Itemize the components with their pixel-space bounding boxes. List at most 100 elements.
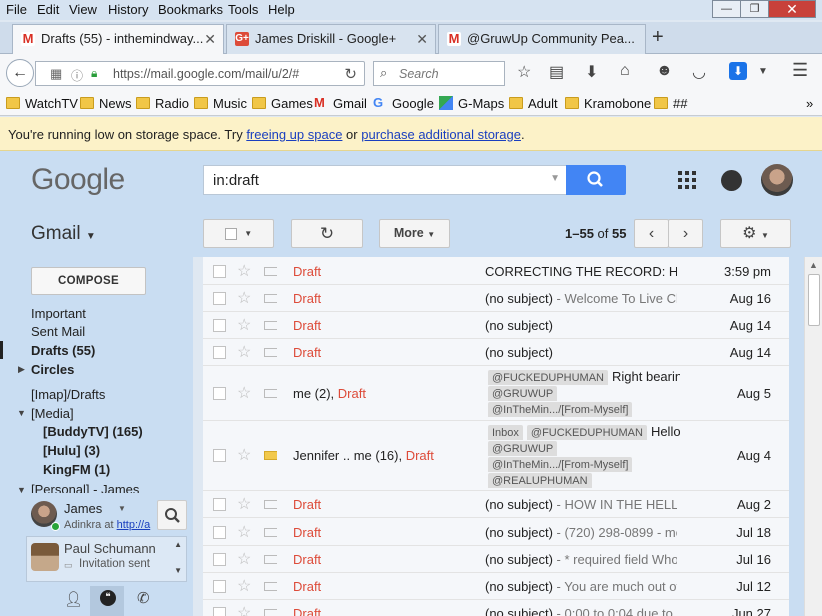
importance-marker-icon[interactable] — [264, 294, 277, 303]
importance-marker-icon[interactable] — [264, 582, 277, 591]
table-row[interactable]: ☆ Draft (no subject) - 0:00 to 0:04 due … — [203, 600, 789, 616]
bookmark-watchtv[interactable]: WatchTV — [6, 96, 78, 111]
menu-bookmarks[interactable]: Bookmarks — [158, 2, 223, 17]
label-chip[interactable]: @GRUWUP — [488, 386, 558, 401]
close-tab-icon[interactable]: ✕ — [204, 25, 216, 53]
bookmark-kramobone[interactable]: Kramobone — [565, 96, 651, 111]
restore-button[interactable]: ❐ — [740, 0, 769, 18]
sidebar-item-kingfm[interactable]: KingFM (1) — [43, 462, 110, 477]
google-logo[interactable]: Google — [31, 163, 125, 197]
tab-gruwup[interactable]: M @GruwUp Community Pea... — [438, 24, 646, 54]
table-row[interactable]: ☆ Draft (no subject) Aug 14 — [203, 312, 789, 339]
bookmark-games[interactable]: Games — [252, 96, 313, 111]
person-icon[interactable]: 👤︎ — [64, 590, 83, 608]
menu-tools[interactable]: Tools — [228, 2, 258, 17]
menu-history[interactable]: History — [108, 2, 148, 17]
star-icon[interactable]: ☆ — [237, 261, 251, 281]
bookmark-news[interactable]: News — [80, 96, 132, 111]
sidebar-item-personal[interactable]: [Personal] - James — [31, 482, 139, 493]
importance-marker-icon[interactable] — [264, 389, 277, 398]
star-icon[interactable]: ☆ — [237, 549, 251, 569]
page-scrollbar[interactable]: ▲ — [804, 257, 822, 616]
row-checkbox[interactable] — [213, 607, 226, 616]
extension-icon[interactable]: ⬇ — [729, 62, 747, 80]
bookmarks-overflow-icon[interactable]: » — [806, 96, 813, 111]
bookmark-gmaps[interactable]: G-Maps — [439, 96, 504, 111]
refresh-button[interactable]: ↻ — [291, 219, 363, 248]
url-bar[interactable]: ▦ ⓘ 🔒︎ https://mail.google.com/mail/u/2/… — [35, 61, 365, 86]
bookmark-gmail[interactable]: M Gmail — [314, 95, 367, 111]
star-icon[interactable]: ☆ — [237, 315, 251, 335]
newer-button[interactable]: ‹ — [634, 219, 669, 248]
close-tab-icon[interactable]: ✕ — [416, 25, 428, 53]
table-row[interactable]: ☆ Draft (no subject) - HOW IN THE HELL C… — [203, 491, 789, 518]
gmail-switcher[interactable]: Gmail ▼ — [31, 223, 96, 245]
scroll-up-icon[interactable]: ▲ — [809, 260, 818, 270]
label-chip[interactable]: @FUCKEDUPHUMAN — [488, 370, 609, 385]
new-tab-button[interactable]: + — [652, 26, 664, 49]
info-icon[interactable]: ⓘ — [71, 67, 83, 84]
mail-search-button[interactable] — [566, 165, 626, 195]
reload-icon[interactable]: ↻ — [344, 65, 357, 83]
label-chip[interactable]: @InTheMin.../[From-Myself] — [488, 402, 633, 417]
bookmark-google[interactable]: G Google — [373, 95, 434, 111]
row-checkbox[interactable] — [213, 526, 226, 539]
star-icon[interactable]: ☆ — [237, 288, 251, 308]
hangouts-contact[interactable]: Paul Schumann ▭ Invitation sent ▲ ▼ — [26, 536, 187, 582]
hangouts-search-button[interactable] — [157, 500, 187, 530]
importance-marker-icon[interactable] — [264, 321, 277, 330]
row-checkbox[interactable] — [213, 319, 226, 332]
star-icon[interactable]: ☆ — [237, 383, 251, 403]
home-icon[interactable]: ⌂ — [620, 62, 630, 80]
star-icon[interactable]: ☆ — [237, 522, 251, 542]
sidebar-item-drafts[interactable]: Drafts (55) — [31, 343, 95, 358]
menu-edit[interactable]: Edit — [37, 2, 59, 17]
select-all-button[interactable]: ▼ — [203, 219, 274, 248]
scrollbar-thumb[interactable] — [808, 274, 820, 326]
bookmark-star-icon[interactable]: ☆ — [517, 62, 531, 82]
label-chip[interactable]: @REALUPHUMAN — [488, 473, 592, 488]
row-checkbox[interactable] — [213, 387, 226, 400]
importance-marker-icon[interactable] — [264, 348, 277, 357]
row-checkbox[interactable] — [213, 265, 226, 278]
label-chip[interactable]: @InTheMin.../[From-Myself] — [488, 457, 633, 472]
tab-google-plus[interactable]: G+ James Driskill - Google+ ✕ — [226, 24, 436, 54]
purchase-storage-link[interactable]: purchase additional storage — [361, 127, 521, 142]
bookmark-adult[interactable]: Adult — [509, 96, 558, 111]
menu-file[interactable]: File — [6, 2, 27, 17]
scroll-up-icon[interactable]: ▲ — [174, 540, 182, 549]
pocket-icon[interactable]: ◡ — [692, 62, 706, 82]
browser-search-bar[interactable]: ⌕ Search — [373, 61, 505, 86]
url-text[interactable]: https://mail.google.com/mail/u/2/# — [113, 67, 299, 81]
table-row[interactable]: ☆ Draft (no subject) Aug 14 — [203, 339, 789, 366]
row-checkbox[interactable] — [213, 498, 226, 511]
settings-button[interactable]: ⚙ ▼ — [720, 219, 791, 248]
table-row[interactable]: ☆ Draft (no subject) - * required field … — [203, 546, 789, 573]
site-identity-icon[interactable]: ▦ — [50, 66, 62, 82]
phone-icon[interactable]: ✆ — [137, 589, 150, 607]
close-button[interactable]: ✕ — [768, 0, 816, 18]
sidebar-item-hulu[interactable]: [Hulu] (3) — [43, 443, 100, 458]
tab-drafts[interactable]: M Drafts (55) - inthemindway... ✕ — [12, 24, 224, 55]
download-icon[interactable]: ⬇ — [585, 62, 598, 82]
freeing-up-space-link[interactable]: freeing up space — [246, 127, 342, 142]
label-chip[interactable]: @GRUWUP — [488, 441, 558, 456]
table-row[interactable]: ☆ me (2), Draft @FUCKEDUPHUMAN Right bear… — [203, 366, 789, 421]
more-button[interactable]: More ▼ — [379, 219, 450, 248]
notifications-bell-icon[interactable] — [721, 170, 742, 191]
row-checkbox[interactable] — [213, 553, 226, 566]
status-link[interactable]: http://a — [117, 519, 151, 531]
star-icon[interactable]: ☆ — [237, 576, 251, 596]
label-chip[interactable]: @FUCKEDUPHUMAN — [526, 425, 647, 440]
row-checkbox[interactable] — [213, 580, 226, 593]
table-row[interactable]: ☆ Draft (no subject) - Welcome To Live C… — [203, 285, 789, 312]
older-button[interactable]: › — [668, 219, 703, 248]
reading-list-icon[interactable]: ▤ — [549, 62, 564, 82]
table-row[interactable]: ☆ Draft (no subject) - You are much out … — [203, 573, 789, 600]
bookmark-music[interactable]: Music — [194, 96, 247, 111]
sidebar-item-imap-drafts[interactable]: [Imap]/Drafts — [31, 387, 105, 402]
sidebar-item-media[interactable]: [Media] — [31, 406, 74, 421]
row-checkbox[interactable] — [213, 346, 226, 359]
account-avatar[interactable] — [761, 164, 793, 196]
sidebar-item-sent[interactable]: Sent Mail — [31, 324, 85, 339]
